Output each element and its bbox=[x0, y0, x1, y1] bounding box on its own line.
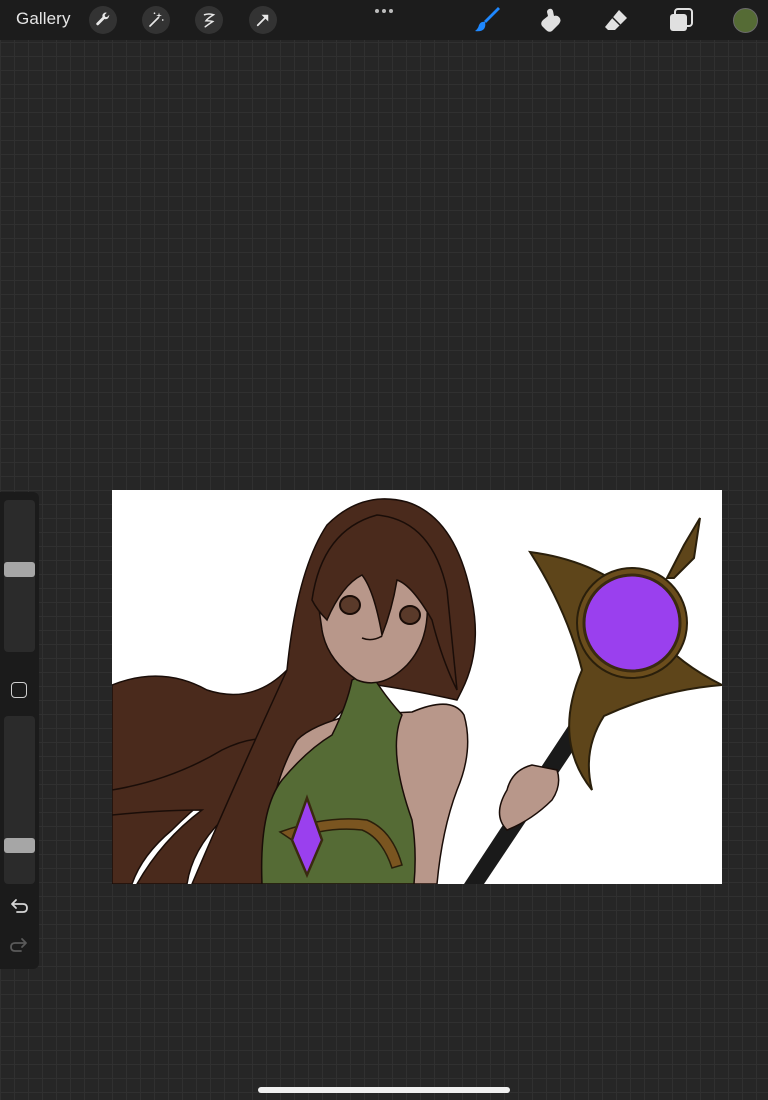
color-picker-button[interactable] bbox=[733, 8, 758, 33]
layers-button[interactable] bbox=[667, 6, 695, 34]
staff-spike bbox=[665, 517, 701, 579]
smudge-icon bbox=[541, 8, 561, 32]
opacity-handle[interactable] bbox=[4, 838, 35, 853]
left-sidebar bbox=[0, 492, 39, 969]
opacity-slider[interactable] bbox=[4, 716, 35, 884]
gallery-button[interactable]: Gallery bbox=[16, 9, 71, 29]
redo-icon[interactable] bbox=[9, 936, 29, 956]
eraser-tool-button[interactable] bbox=[602, 6, 630, 34]
brush-size-slider[interactable] bbox=[4, 500, 35, 652]
undo-icon[interactable] bbox=[9, 897, 29, 917]
hand bbox=[498, 764, 560, 831]
layers-icon bbox=[670, 8, 693, 31]
brush-size-handle[interactable] bbox=[4, 562, 35, 577]
modify-button[interactable] bbox=[11, 682, 27, 698]
eraser-icon bbox=[605, 10, 627, 30]
selection-icon bbox=[203, 13, 216, 28]
artwork bbox=[112, 498, 722, 884]
home-indicator[interactable] bbox=[258, 1087, 510, 1093]
adjustments-button[interactable] bbox=[142, 6, 170, 34]
brush-icon bbox=[475, 7, 500, 32]
more-options-icon[interactable] bbox=[370, 4, 398, 18]
wrench-icon bbox=[96, 12, 110, 26]
transform-arrow-icon bbox=[256, 14, 269, 27]
top-toolbar: Gallery bbox=[0, 0, 768, 40]
procreate-app: Gallery bbox=[0, 0, 768, 1100]
smudge-tool-button[interactable] bbox=[538, 6, 566, 34]
actions-button[interactable] bbox=[89, 6, 117, 34]
selection-button[interactable] bbox=[195, 6, 223, 34]
paint-tool-button[interactable] bbox=[474, 6, 502, 34]
transform-button[interactable] bbox=[249, 6, 277, 34]
magic-wand-icon bbox=[149, 12, 164, 27]
drawing-canvas[interactable] bbox=[112, 490, 722, 884]
